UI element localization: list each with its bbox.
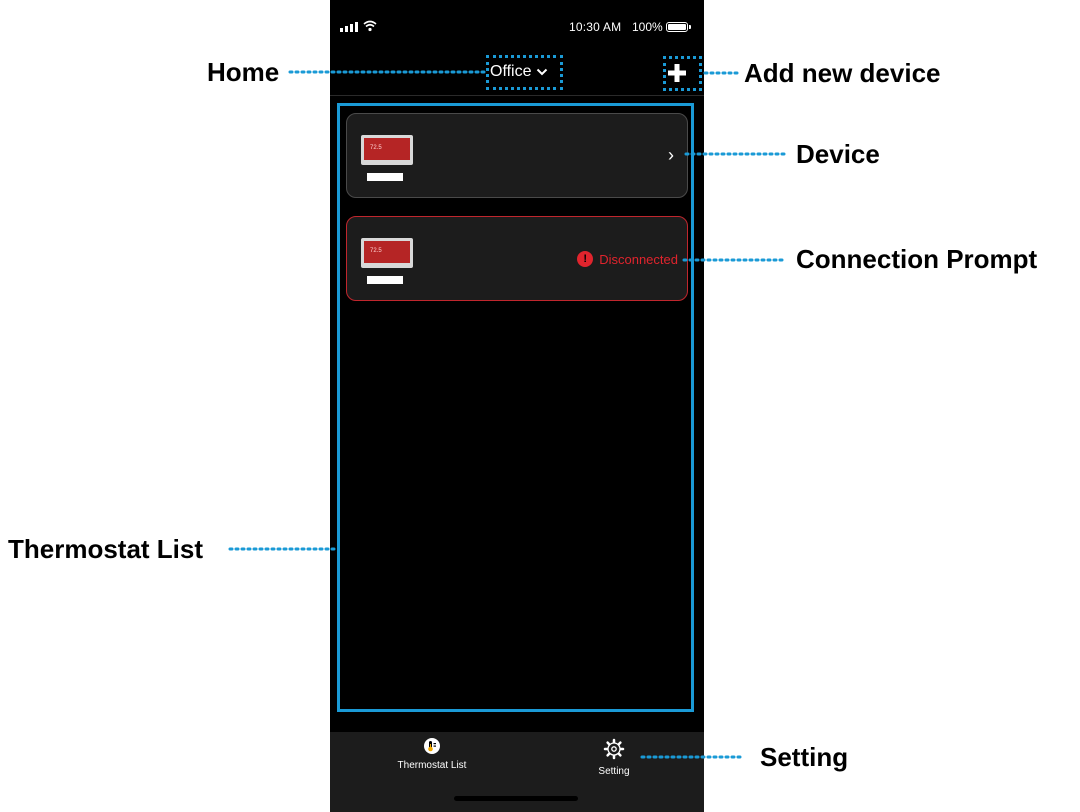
- callout-thermostat-list: Thermostat List: [8, 534, 204, 564]
- callout-setting: Setting: [760, 742, 849, 772]
- callout-add-new-device: Add new device: [744, 58, 941, 88]
- callout-leaders: [228, 70, 788, 759]
- callout-home: Home: [207, 57, 280, 87]
- callout-connection-prompt: Connection Prompt: [796, 244, 1038, 274]
- callout-device: Device: [796, 139, 880, 169]
